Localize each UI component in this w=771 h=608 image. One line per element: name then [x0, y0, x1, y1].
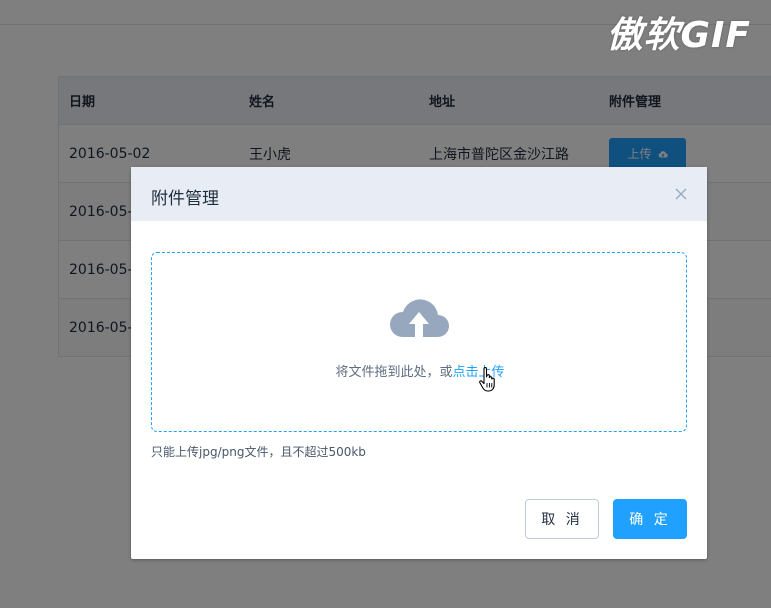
- dialog-header: 附件管理: [131, 167, 707, 221]
- close-icon: [675, 188, 687, 200]
- drop-instructions: 将文件拖到此处，或点击上传: [152, 361, 688, 380]
- cloud-upload-icon: [389, 299, 449, 337]
- upload-dropzone[interactable]: 将文件拖到此处，或点击上传: [151, 252, 687, 432]
- close-button[interactable]: [671, 184, 691, 204]
- confirm-button[interactable]: 确 定: [613, 499, 687, 539]
- watermark-logo: 傲软GIF: [606, 15, 751, 56]
- drop-text: 将文件拖到此处，或: [335, 365, 453, 380]
- hand-cursor-icon: [479, 366, 495, 392]
- attachment-dialog: 附件管理 将文件拖到此处，或点击上传 只能上传jpg/png文件，且不超过500…: [131, 167, 707, 559]
- cancel-button[interactable]: 取 消: [525, 499, 599, 539]
- dialog-title: 附件管理: [151, 189, 219, 209]
- upload-tip: 只能上传jpg/png文件，且不超过500kb: [151, 445, 366, 459]
